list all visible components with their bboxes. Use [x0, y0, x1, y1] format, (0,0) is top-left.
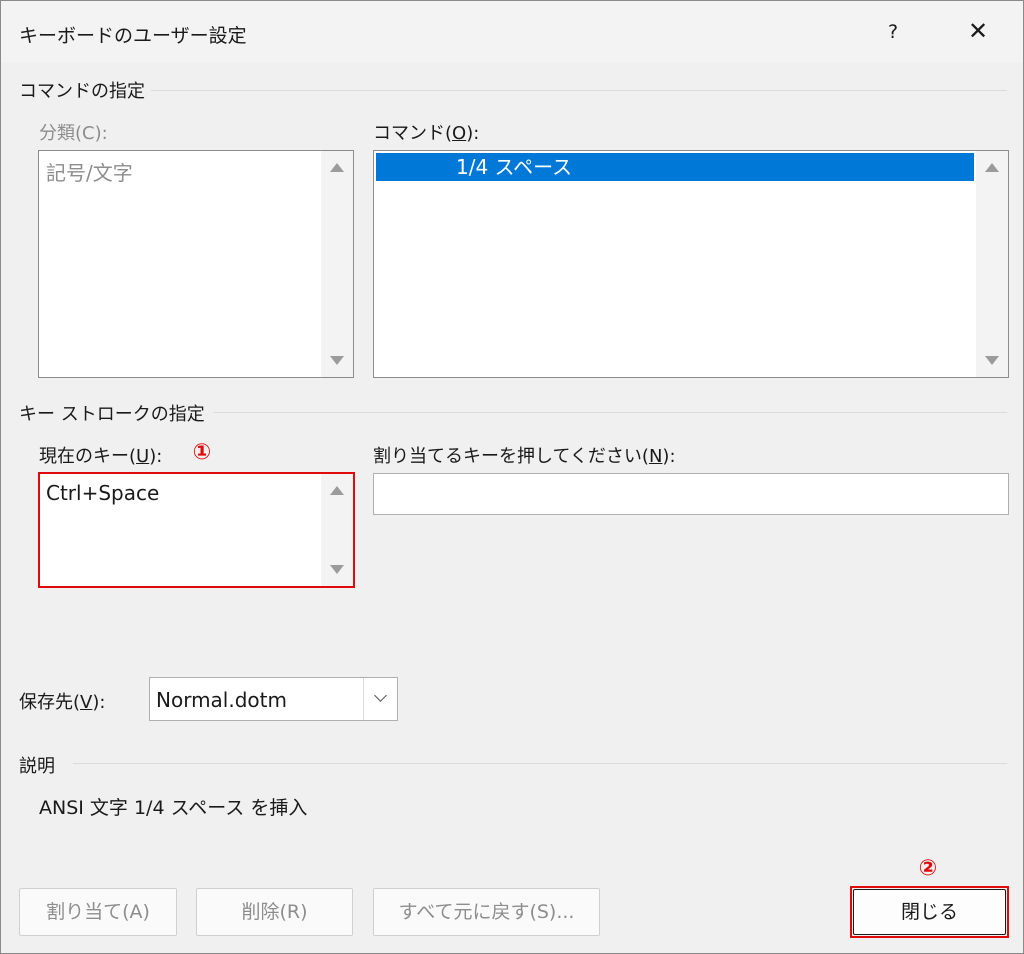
remove-button[interactable]: 削除(R): [196, 888, 353, 936]
category-item[interactable]: 記号/文字: [46, 157, 133, 186]
dialog-title: キーボードのユーザー設定: [19, 25, 247, 47]
scroll-up-icon[interactable]: [330, 486, 344, 495]
close-icon[interactable]: ✕: [956, 11, 1000, 51]
command-listbox[interactable]: 1/4 スペース: [373, 150, 1009, 378]
title-bar: キーボードのユーザー設定 ? ✕: [1, 1, 1023, 63]
close-button[interactable]: 閉じる: [853, 889, 1006, 935]
keyboard-customize-dialog: キーボードのユーザー設定 ? ✕ コマンドの指定 分類(C): 記号/文字 コマ…: [0, 0, 1024, 954]
scroll-down-icon[interactable]: [330, 356, 344, 365]
assign-button[interactable]: 割り当て(A): [19, 888, 177, 936]
save-in-value: Normal.dotm: [156, 688, 287, 712]
command-item-selected[interactable]: 1/4 スペース: [376, 153, 974, 181]
category-listbox[interactable]: 記号/文字: [38, 150, 354, 378]
description-header: 説明: [19, 756, 55, 777]
reset-all-button[interactable]: すべて元に戻す(S)...: [373, 888, 600, 936]
scroll-up-icon[interactable]: [330, 163, 344, 172]
help-button[interactable]: ?: [879, 15, 907, 49]
command-scrollbar[interactable]: [976, 151, 1008, 377]
annotation-marker-1: ①: [192, 440, 212, 465]
chevron-down-icon: [374, 689, 387, 702]
save-in-label: 保存先(V):: [19, 692, 106, 713]
scroll-down-icon[interactable]: [330, 565, 344, 574]
command-section-header: コマンドの指定: [19, 81, 145, 102]
scroll-down-icon[interactable]: [985, 356, 999, 365]
current-key-label: 現在のキー(U):: [39, 446, 163, 467]
scroll-up-icon[interactable]: [985, 163, 999, 172]
new-key-label: 割り当てるキーを押してください(N):: [373, 446, 676, 467]
annotation-marker-2: ②: [918, 856, 938, 881]
save-in-dropdown[interactable]: Normal.dotm: [149, 677, 398, 721]
keystroke-section-header: キー ストロークの指定: [19, 404, 205, 425]
description-text: ANSI 文字 1/4 スペース を挿入: [39, 797, 308, 819]
category-scrollbar[interactable]: [321, 151, 353, 377]
current-key-item[interactable]: Ctrl+Space: [46, 481, 159, 505]
category-label: 分類(C):: [39, 123, 108, 144]
current-keys-scrollbar[interactable]: [321, 474, 353, 586]
section-divider: [151, 90, 1007, 91]
section-divider: [213, 412, 1007, 413]
new-key-input[interactable]: [373, 473, 1009, 515]
save-in-dropdown-button[interactable]: [363, 678, 397, 720]
section-divider: [73, 763, 1007, 764]
command-label: コマンド(O):: [373, 123, 480, 144]
current-keys-listbox[interactable]: Ctrl+Space: [40, 474, 353, 586]
